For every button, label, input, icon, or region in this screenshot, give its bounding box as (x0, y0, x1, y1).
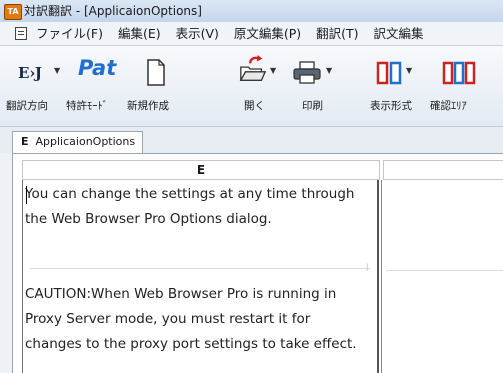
document-menu-icon[interactable] (15, 27, 27, 40)
menu-edit[interactable]: 編集(E) (118, 22, 161, 45)
direction-icon: E›J (18, 64, 42, 82)
open-label: 開く (244, 100, 265, 112)
target-column-header (383, 160, 503, 180)
folder-open-icon (239, 54, 267, 81)
menu-target-edit[interactable]: 訳文編集 (374, 22, 424, 45)
pane-splitter-line (381, 180, 382, 373)
display-format-icon (376, 61, 402, 85)
menu-file[interactable]: ファイル(F) (36, 22, 103, 45)
segment-marker-icon: | (366, 263, 369, 271)
display-format-button[interactable]: ▼ 表示形式 (370, 46, 430, 126)
source-column-header: E (22, 160, 380, 180)
window-title: 対訳翻訳 - [ApplicaionOptions] (24, 4, 202, 18)
new-document-icon (147, 59, 165, 86)
pane-splitter[interactable] (377, 180, 379, 373)
confirm-area-button[interactable]: 確認ｴﾘｱ (430, 46, 503, 126)
chevron-down-icon: ▼ (406, 66, 413, 75)
source-paragraph[interactable]: You can change the settings at any time … (25, 182, 365, 232)
print-button[interactable]: ▼ 印刷 (284, 46, 340, 126)
direction-label: 翻訳方向 (6, 100, 48, 112)
patent-mode-button[interactable]: Pat 特許ﾓｰﾄﾞ (66, 46, 122, 126)
confirm-area-icon (442, 61, 476, 85)
tab-label: ApplicaionOptions (35, 135, 136, 148)
segment-separator (30, 268, 370, 269)
tab-language-marker: E (21, 135, 29, 148)
menu-translate[interactable]: 翻訳(T) (316, 22, 358, 45)
text-caret (26, 186, 27, 204)
menu-view[interactable]: 表示(V) (176, 22, 219, 45)
title-bar: TA 対訳翻訳 - [ApplicaionOptions] (0, 0, 503, 22)
confirm-area-label: 確認ｴﾘｱ (430, 100, 467, 112)
print-label: 印刷 (302, 100, 323, 112)
source-paragraph[interactable]: CAUTION:When Web Browser Pro is running … (25, 282, 365, 357)
printer-icon (293, 61, 321, 84)
patent-icon: Pat (78, 56, 117, 80)
chevron-down-icon: ▼ (54, 66, 61, 75)
toolbar: E›J ▼ 翻訳方向 Pat 特許ﾓｰﾄﾞ 新規作成 ▼ 開く ▼ 印刷 ▼ 表… (0, 46, 503, 127)
menu-bar: ファイル(F) 編集(E) 表示(V) 原文編集(P) 翻訳(T) 訳文編集 (0, 22, 503, 46)
new-document-label: 新規作成 (127, 100, 169, 112)
translation-direction-button[interactable]: E›J ▼ 翻訳方向 (6, 46, 66, 126)
new-document-button[interactable]: 新規作成 (127, 46, 183, 126)
chevron-down-icon: ▼ (326, 66, 333, 75)
open-button[interactable]: ▼ 開く (232, 46, 280, 126)
display-format-label: 表示形式 (370, 100, 412, 112)
target-segment-separator (386, 270, 503, 271)
patent-label: 特許ﾓｰﾄﾞ (66, 100, 108, 112)
app-icon: TA (4, 4, 22, 20)
document-tab[interactable]: E ApplicaionOptions (12, 131, 143, 153)
chevron-down-icon: ▼ (270, 66, 277, 75)
menu-source-edit[interactable]: 原文編集(P) (234, 22, 301, 45)
document-tab-strip: E ApplicaionOptions (0, 127, 503, 153)
